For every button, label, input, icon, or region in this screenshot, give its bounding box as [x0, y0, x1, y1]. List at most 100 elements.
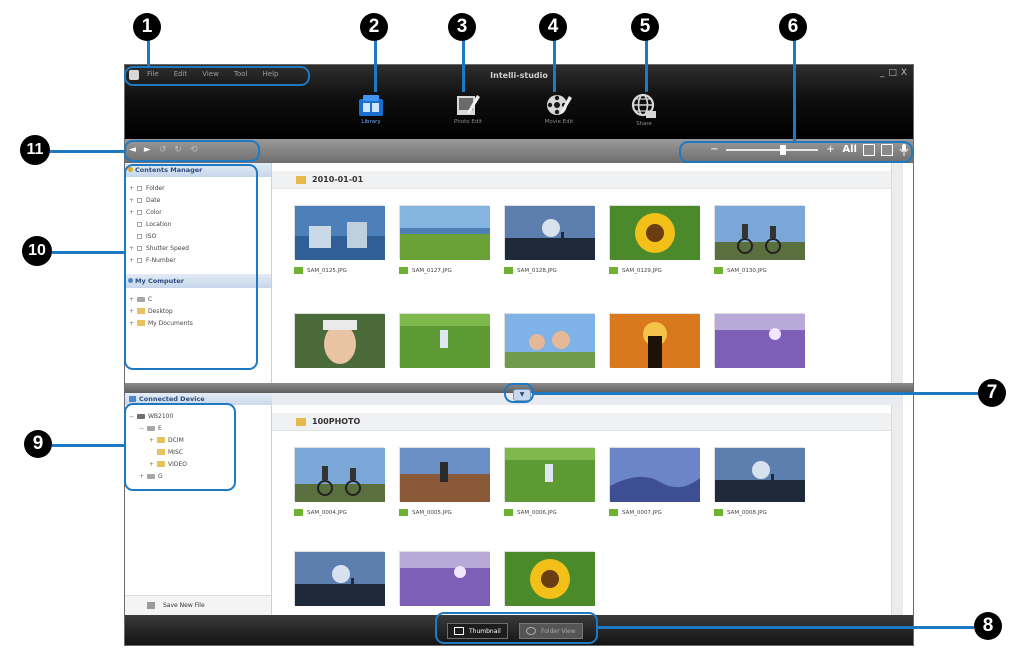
share-globe-icon	[631, 93, 656, 118]
photo-frame[interactable]	[504, 551, 595, 606]
folder-name: 2010-01-01	[312, 175, 364, 184]
photo-filename: SAM_0006.JPG	[517, 509, 557, 516]
photo-thumbnail[interactable]	[399, 313, 490, 368]
device-folder-name: 100PHOTO	[312, 417, 361, 426]
photo-thumbnail[interactable]: SAM_0008.JPG	[714, 447, 805, 516]
close-button[interactable]: X	[901, 68, 907, 78]
callout-box-navigation	[124, 140, 260, 162]
photo-frame[interactable]	[609, 447, 700, 502]
photo-thumbnail[interactable]: SAM_0130.JPG	[714, 205, 805, 274]
photo-frame[interactable]	[504, 447, 595, 502]
image-file-icon	[609, 267, 618, 274]
photo-caption: SAM_0007.JPG	[609, 509, 699, 516]
photo-frame[interactable]	[714, 205, 805, 260]
photo-thumbnail[interactable]: SAM_0007.JPG	[609, 447, 700, 516]
photo-frame[interactable]	[399, 551, 490, 606]
photo-thumbnail[interactable]	[504, 551, 595, 606]
connector-7	[534, 392, 978, 395]
photo-caption: SAM_0006.JPG	[504, 509, 594, 516]
maximize-button[interactable]: □	[888, 68, 897, 78]
connector-5	[645, 40, 648, 92]
photo-image	[505, 206, 595, 260]
photo-image	[505, 314, 595, 368]
photo-thumbnail[interactable]	[294, 313, 385, 368]
photo-thumbnail[interactable]: SAM_0129.JPG	[609, 205, 700, 274]
photo-thumbnail[interactable]: SAM_0005.JPG	[399, 447, 490, 516]
photo-thumbnail[interactable]	[609, 313, 700, 368]
photo-thumbnail[interactable]: SAM_0127.JPG	[399, 205, 490, 274]
photo-filename: SAM_0005.JPG	[412, 509, 452, 516]
photo-caption: SAM_0008.JPG	[714, 509, 804, 516]
callout-badge-10: 10	[22, 236, 52, 266]
photo-thumbnail[interactable]: SAM_0125.JPG	[294, 205, 385, 274]
photo-thumbnail[interactable]: SAM_0004.JPG	[294, 447, 385, 516]
mode-movie-edit[interactable]: Movie Edit	[524, 87, 594, 139]
photo-image	[715, 448, 805, 502]
photo-image	[505, 448, 595, 502]
folder-header: 2010-01-01	[272, 171, 903, 189]
photo-caption: SAM_0004.JPG	[294, 509, 384, 516]
image-file-icon	[609, 509, 618, 516]
photo-frame[interactable]	[714, 447, 805, 502]
photo-frame[interactable]	[294, 447, 385, 502]
guide-figure: File Edit View Tool Help Intelli-studio …	[0, 0, 1012, 649]
device-content: 100PHOTO SAM_0004.JPG SAM_0005.JPG SAM_000…	[272, 405, 903, 615]
connector-1	[147, 40, 150, 66]
photo-edit-icon	[457, 95, 480, 115]
image-file-icon	[504, 267, 513, 274]
photo-thumbnail[interactable]	[714, 313, 805, 368]
photo-thumbnail[interactable]: SAM_0006.JPG	[504, 447, 595, 516]
connector-4	[553, 40, 556, 92]
connector-10	[52, 251, 124, 254]
save-new-file-bar[interactable]: Save New File	[125, 595, 271, 615]
photo-frame[interactable]	[294, 313, 385, 368]
mode-library[interactable]: Library	[336, 87, 406, 139]
photo-image	[295, 448, 385, 502]
photo-image	[610, 314, 700, 368]
callout-badge-5: 5	[631, 13, 659, 41]
callout-box-view-mode	[435, 612, 598, 644]
library-scrollbar[interactable]	[891, 163, 903, 383]
photo-image	[610, 206, 700, 260]
connector-6	[793, 40, 796, 141]
photo-frame[interactable]	[399, 447, 490, 502]
callout-badge-3: 3	[448, 13, 476, 41]
callout-box-device-tree	[124, 403, 236, 491]
device-scrollbar[interactable]	[891, 405, 903, 615]
connected-device-header-bar	[272, 393, 903, 405]
mode-movie-edit-label: Movie Edit	[544, 119, 574, 125]
photo-thumbnail[interactable]	[294, 551, 385, 606]
photo-frame[interactable]	[609, 313, 700, 368]
callout-badge-1: 1	[133, 13, 161, 41]
photo-image	[400, 552, 490, 606]
connector-9	[52, 444, 124, 447]
photo-frame[interactable]	[399, 313, 490, 368]
photo-frame[interactable]	[504, 205, 595, 260]
photo-frame[interactable]	[504, 313, 595, 368]
connector-11	[50, 150, 124, 153]
photo-frame[interactable]	[399, 205, 490, 260]
photo-thumbnail[interactable]: SAM_0128.JPG	[504, 205, 595, 274]
photo-frame[interactable]	[294, 205, 385, 260]
mode-share[interactable]: Share	[609, 87, 679, 139]
photo-image	[505, 552, 595, 606]
photo-filename: SAM_0130.JPG	[727, 267, 767, 274]
minimize-button[interactable]: _	[880, 68, 885, 78]
photo-thumbnail[interactable]	[504, 313, 595, 368]
image-file-icon	[294, 509, 303, 516]
photo-filename: SAM_0008.JPG	[727, 509, 767, 516]
photo-thumbnail[interactable]	[399, 551, 490, 606]
photo-caption: SAM_0125.JPG	[294, 267, 384, 274]
photo-caption: SAM_0127.JPG	[399, 267, 489, 274]
photo-caption: SAM_0128.JPG	[504, 267, 594, 274]
photo-image	[400, 448, 490, 502]
photo-image	[715, 206, 805, 260]
callout-box-menu	[124, 66, 310, 86]
photo-frame[interactable]	[294, 551, 385, 606]
mode-photo-edit[interactable]: Photo Edit	[433, 87, 503, 139]
image-file-icon	[294, 267, 303, 274]
photo-filename: SAM_0007.JPG	[622, 509, 662, 516]
photo-frame[interactable]	[609, 205, 700, 260]
device-folder-header: 100PHOTO	[272, 413, 903, 431]
photo-frame[interactable]	[714, 313, 805, 368]
